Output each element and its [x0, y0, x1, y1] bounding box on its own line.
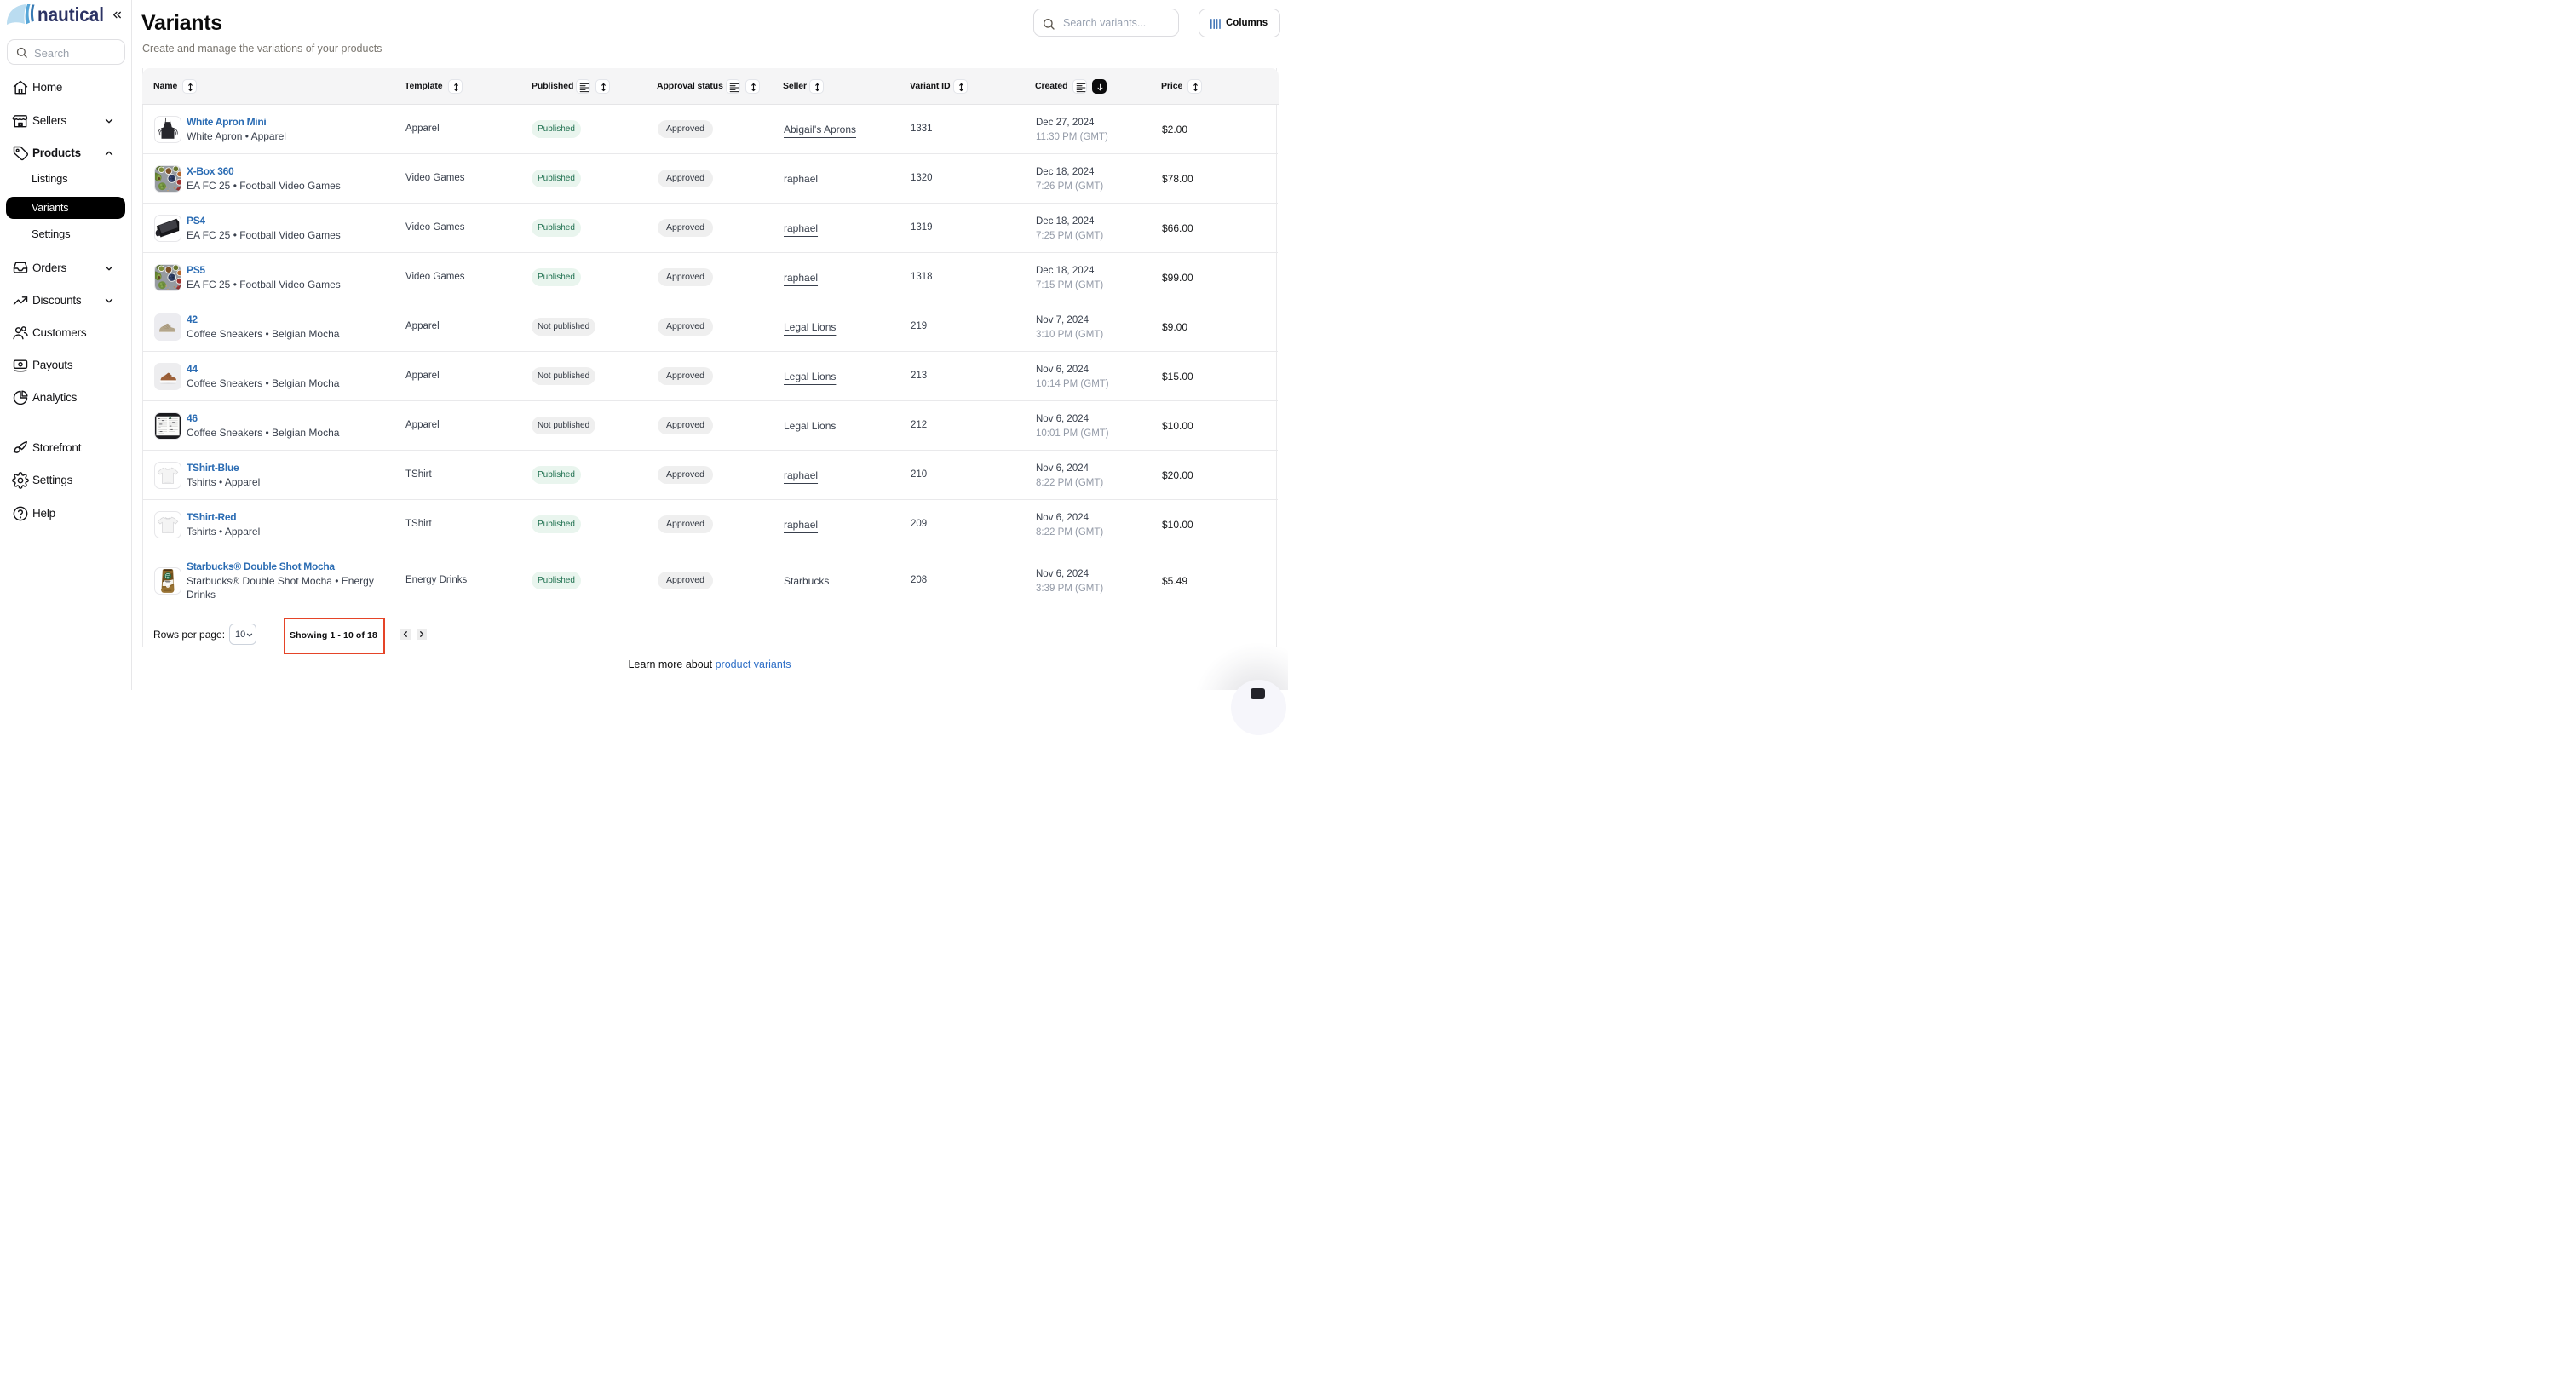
svg-text:nautical: nautical	[37, 3, 104, 26]
